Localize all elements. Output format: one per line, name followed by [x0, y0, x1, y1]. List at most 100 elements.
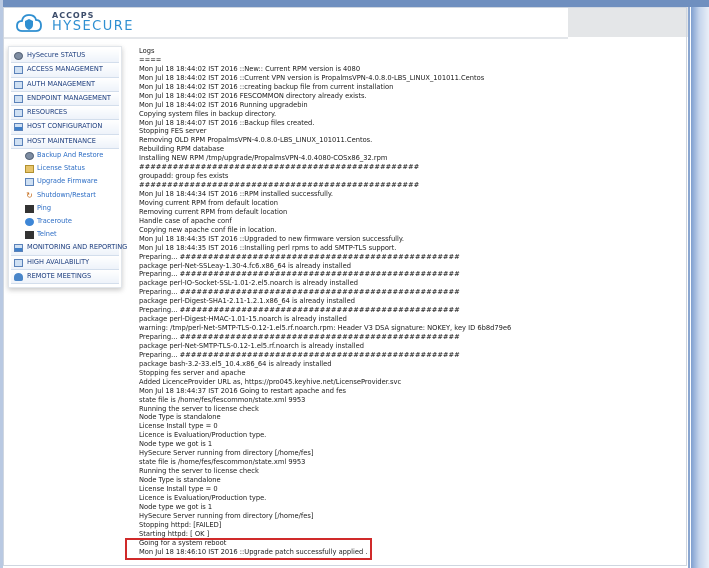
log-line: Removing current RPM from default locati…: [139, 207, 288, 216]
sidebar-item-remote-meetings[interactable]: REMOTE MEETINGS: [11, 269, 119, 285]
sidebar-item-label: Ping: [37, 203, 52, 212]
log-line: warning: /tmp/perl-Net-SMTP-TLS-0.12-1.e…: [139, 324, 512, 333]
log-line: License Install type = 0: [139, 484, 218, 493]
access-icon: [14, 66, 23, 75]
sidebar-item-traceroute[interactable]: Traceroute: [11, 215, 119, 228]
log-line: Stopping fes server and apache: [139, 368, 246, 377]
sidebar-item-label: ENDPOINT MANAGEMENT: [27, 93, 111, 102]
meetings-icon: [14, 272, 23, 281]
telnet-icon: [25, 231, 34, 240]
log-line: package perl-Net-SSLeay-1.30-4.fc6.x86_6…: [139, 261, 351, 270]
sidebar-item-high-availability[interactable]: HIGH AVAILABILITY: [11, 255, 119, 270]
sidebar-item-hysecure-status[interactable]: HySecure STATUS: [11, 49, 119, 64]
sidebar-item-shutdown-restart[interactable]: ↻ Shutdown/Restart: [11, 189, 119, 202]
brand-name: HYSECURE: [52, 19, 135, 34]
shutdown-icon: ↻: [26, 190, 33, 200]
log-line: Node type we got is 1: [139, 502, 213, 511]
sidebar-item-host-maintenance[interactable]: HOST MAINTENANCE: [11, 134, 119, 150]
ha-icon: [14, 258, 23, 267]
sidebar-item-telnet[interactable]: Telnet: [11, 228, 119, 241]
sidebar-item-host-configuration[interactable]: HOST CONFIGURATION: [11, 120, 119, 135]
backup-icon: [25, 152, 34, 161]
log-line: Node Type is standalone: [139, 476, 221, 484]
sidebar-item-label: HIGH AVAILABILITY: [27, 257, 90, 266]
window-frame-left: [0, 0, 3, 568]
log-line: Node type we got is 1: [139, 440, 213, 449]
log-line: groupadd: group fes exists: [139, 172, 229, 181]
sidebar-item-monitoring-and-reporting[interactable]: MONITORING AND REPORTING: [11, 241, 127, 256]
monitoring-icon: [14, 244, 23, 253]
sidebar-item-label: HySecure STATUS: [27, 51, 86, 59]
sidebar-item-auth-management[interactable]: AUTH MANAGEMENT: [11, 77, 119, 92]
sidebar-menu: HySecure STATUS ACCESS MANAGEMENT AUTH M…: [8, 46, 127, 288]
log-line: package bash-3.2-33.el5_10.4.x86_64 is a…: [139, 359, 332, 368]
sidebar-item-label: AUTH MANAGEMENT: [27, 79, 96, 88]
sidebar-item-label: MONITORING AND REPORTING: [27, 243, 128, 252]
log-line: Rebuilding RPM database: [139, 145, 224, 154]
log-line: Running the server to license check: [139, 467, 259, 476]
host-config-icon: [14, 123, 23, 132]
log-line: HySecure Server running from directory […: [139, 511, 314, 520]
resources-icon: [14, 109, 23, 118]
log-line: ########################################…: [139, 163, 420, 172]
log-line: Mon Jul 18 18:44:37 IST 2016 Going to re…: [139, 386, 347, 395]
log-line: Mon Jul 18 18:44:34 IST 2016 ::RPM insta…: [139, 190, 333, 198]
sidebar-item-license-status[interactable]: License Status: [11, 162, 119, 175]
log-line: Licence is Evaluation/Production type.: [139, 431, 267, 440]
sidebar-item-ping[interactable]: Ping: [11, 202, 119, 215]
sidebar-item-endpoint-management[interactable]: ENDPOINT MANAGEMENT: [11, 91, 119, 107]
log-line: Logs: [139, 47, 155, 55]
header-gray-strip: [568, 7, 688, 37]
auth-icon: [14, 80, 23, 89]
license-icon: [25, 165, 34, 174]
log-line: Preparing... ###########################…: [139, 350, 460, 359]
sidebar-item-backup-and-restore[interactable]: Backup And Restore: [11, 149, 119, 162]
log-line: Preparing... ###########################…: [139, 270, 460, 279]
log-line: Licence is Evaluation/Production type.: [139, 493, 267, 502]
cloud-shield-icon: [16, 14, 42, 32]
log-line: Mon Jul 18 18:46:10 IST 2016 ::Upgrade p…: [139, 547, 368, 556]
sidebar-item-label: Upgrade Firmware: [37, 177, 98, 186]
log-line: Mon Jul 18 18:44:02 IST 2016 ::New:: Cur…: [139, 64, 361, 73]
log-line: Mon Jul 18 18:44:02 IST 2016 Running upg…: [139, 100, 308, 109]
log-line: Copying system files in backup directory…: [139, 109, 277, 118]
log-line: Preparing... ###########################…: [139, 306, 460, 315]
sidebar-item-label: ACCESS MANAGEMENT: [27, 65, 103, 74]
sidebar-item-label: HOST MAINTENANCE: [27, 136, 96, 145]
log-line: package perl-IO-Socket-SSL-1.01-2.el5.no…: [139, 279, 358, 288]
log-line: state file is /home/fes/fescommon/state.…: [139, 458, 306, 467]
window-frame-top: [0, 0, 709, 7]
sidebar-item-access-management[interactable]: ACCESS MANAGEMENT: [11, 63, 119, 78]
host-maintenance-icon: [14, 137, 23, 146]
log-line: Installing NEW RPM /tmp/upgrade/Propalms…: [139, 154, 388, 163]
log-line: Mon Jul 18 18:44:07 IST 2016 ::Backup fi…: [139, 118, 315, 127]
sidebar-item-upgrade-firmware[interactable]: Upgrade Firmware: [11, 175, 119, 188]
endpoint-icon: [14, 94, 23, 103]
log-line: Stopping FES server: [139, 127, 207, 136]
sidebar-item-resources[interactable]: RESOURCES: [11, 106, 119, 121]
log-line: Starting httpd: [ OK ]: [139, 529, 210, 538]
traceroute-icon: [25, 218, 34, 227]
log-line: Mon Jul 18 18:44:35 IST 2016 ::Installin…: [139, 243, 397, 252]
log-line: Added LicenceProvider URL as, https://pr…: [139, 377, 402, 386]
sidebar-item-label: RESOURCES: [27, 108, 68, 117]
log-line: package perl-Net-SMTP-TLS-0.12-1.el5.rf.…: [139, 341, 364, 350]
log-line: state file is /home/fes/fescommon/state.…: [139, 395, 306, 404]
log-line: Running the server to license check: [139, 404, 259, 413]
log-line: Preparing... ###########################…: [139, 252, 460, 261]
log-line: Preparing... ###########################…: [139, 288, 460, 297]
log-line: Moving current RPM from default location: [139, 198, 278, 207]
sidebar-item-label: HOST CONFIGURATION: [27, 122, 103, 131]
log-line: Going for a system reboot: [139, 538, 227, 547]
log-line: ########################################…: [139, 181, 420, 190]
sidebar-item-label: Traceroute: [37, 217, 72, 226]
window-frame-right: [691, 7, 709, 568]
log-line: Mon Jul 18 18:44:02 IST 2016 ::creating …: [139, 82, 394, 91]
sidebar-item-label: Telnet: [37, 230, 57, 239]
log-line: Mon Jul 18 18:44:02 IST 2016 ::Current V…: [139, 73, 485, 82]
log-line: package perl-Digest-HMAC-1.01-15.noarch …: [139, 315, 347, 324]
sidebar-item-label: REMOTE MEETINGS: [27, 271, 92, 280]
sidebar-item-label: Shutdown/Restart: [37, 190, 96, 199]
log-line: ====: [139, 55, 162, 64]
sidebar-item-label: License Status: [37, 164, 85, 173]
